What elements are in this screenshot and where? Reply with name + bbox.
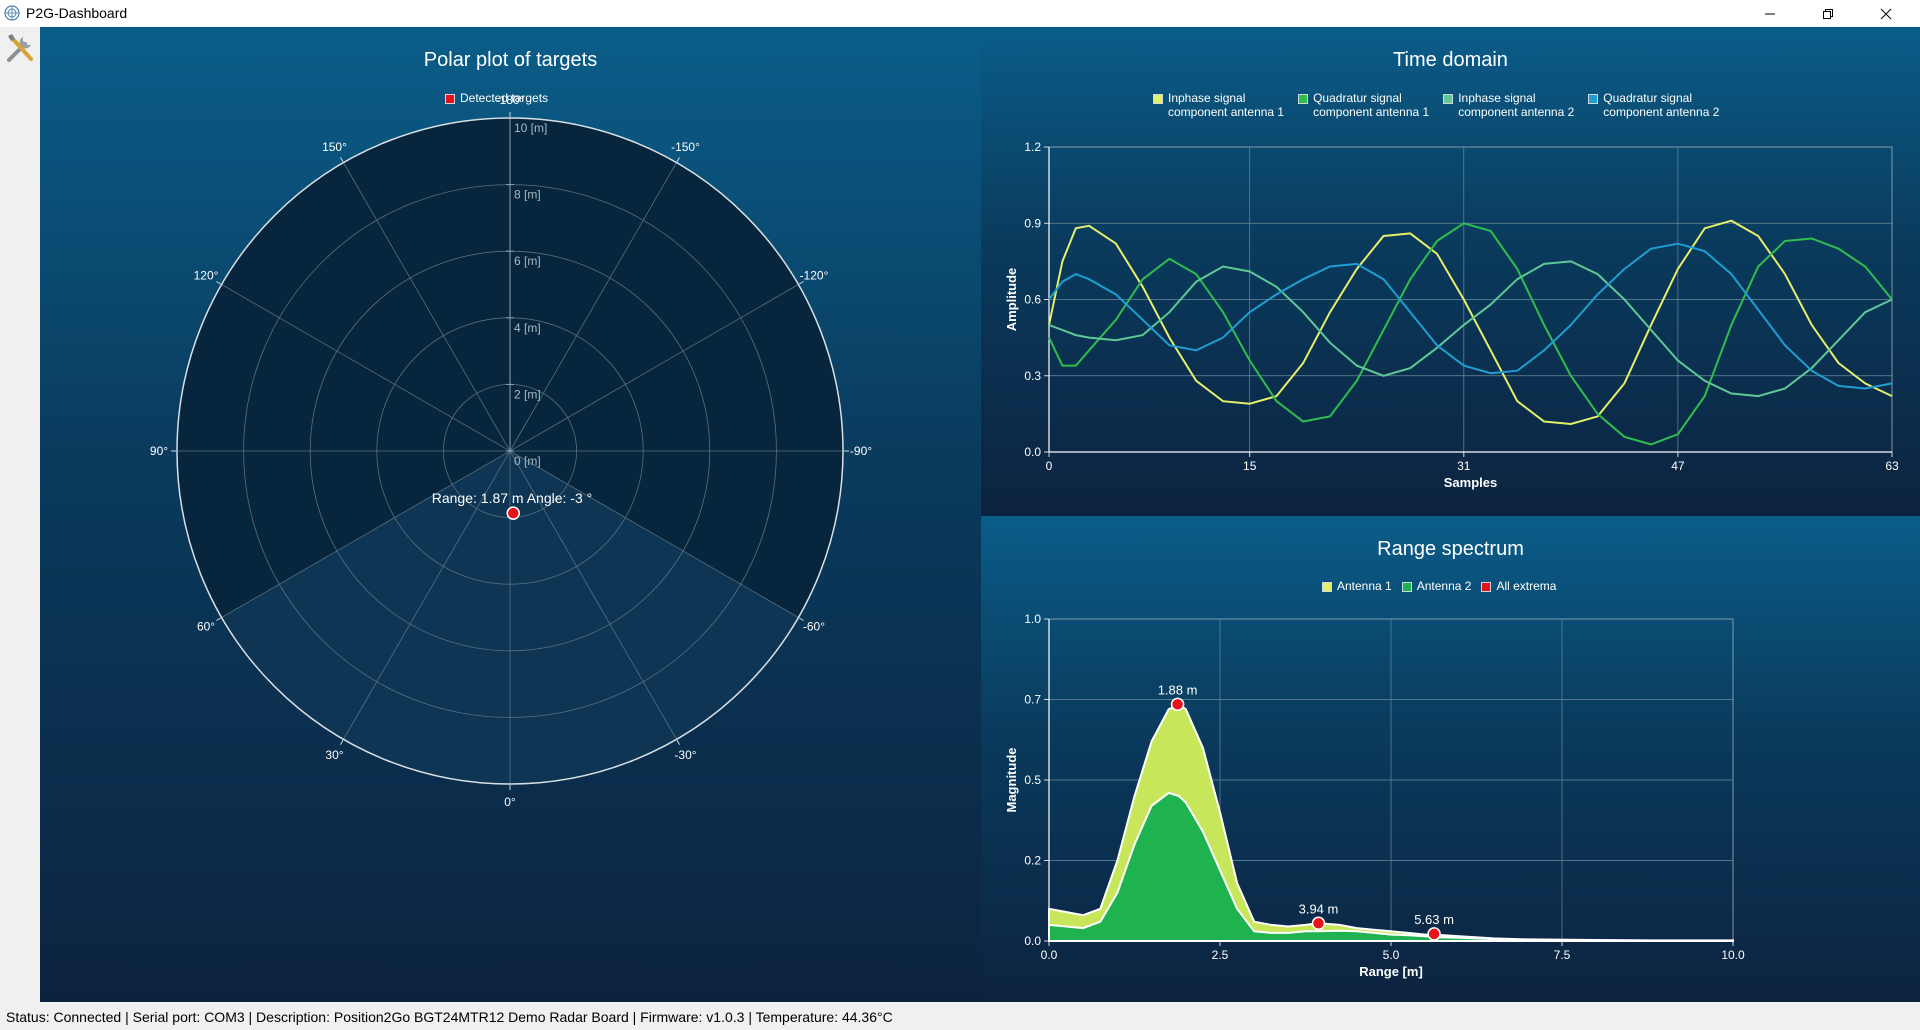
x-tick-label: 5.0 — [1383, 948, 1400, 962]
extremum-point — [1311, 916, 1326, 931]
polar-angle-tick-mark — [676, 157, 680, 162]
x-tick-label: 7.5 — [1554, 948, 1571, 962]
x-tick-label: 15 — [1243, 459, 1257, 473]
polar-radial-tick-label: 10 [m] — [514, 121, 547, 135]
settings-button[interactable] — [3, 31, 37, 65]
polar-angle-tick-label: 30° — [325, 748, 343, 762]
y-axis-label: Magnitude — [1004, 748, 1019, 813]
extremum-point — [1427, 927, 1441, 941]
tools-icon — [7, 34, 33, 62]
y-tick-label: 0.0 — [1024, 934, 1041, 948]
x-tick-label: 63 — [1885, 459, 1899, 473]
polar-angle-tick-label: -120° — [800, 269, 829, 283]
status-text: Status: Connected | Serial port: COM3 | … — [6, 1009, 893, 1025]
polar-radial-tick-label: 6 [m] — [514, 254, 541, 268]
extremum-label: 5.63 m — [1414, 912, 1454, 927]
polar-plot-panel: Polar plot of targets Detected targets -… — [40, 27, 981, 1002]
range-spectrum-panel: Range spectrum Antenna 1 Antenna 2 All e… — [981, 516, 1920, 1002]
close-button[interactable] — [1863, 0, 1909, 27]
polar-angle-tick-mark — [216, 617, 221, 621]
polar-angle-tick-label: -150° — [671, 140, 700, 154]
title-bar: P2G-Dashboard — [0, 0, 1920, 27]
minimize-icon — [1765, 13, 1775, 14]
tool-strip — [0, 27, 40, 1002]
polar-radial-tick-label: 4 [m] — [514, 321, 541, 335]
x-tick-label: 2.5 — [1212, 948, 1229, 962]
close-icon — [1880, 8, 1892, 19]
y-tick-label: 0.3 — [1024, 369, 1041, 383]
detected-target-point — [506, 506, 521, 520]
y-tick-label: 0.9 — [1024, 216, 1041, 230]
x-tick-label: 0.0 — [1041, 948, 1058, 962]
polar-radial-tick-label: 0 [m] — [514, 454, 541, 468]
polar-radial-tick-label: 2 [m] — [514, 387, 541, 401]
polar-angle-tick-mark — [340, 740, 344, 745]
polar-chart[interactable]: -180° -150° -120° -90° -60° -30° 0° 30° 60° 90° 12… — [40, 27, 981, 1002]
polar-angle-tick-label: 0° — [504, 795, 516, 809]
x-tick-label: 47 — [1671, 459, 1685, 473]
series-line-2 — [1048, 222, 1893, 446]
series-line-4 — [1048, 242, 1893, 390]
y-axis-label: Amplitude — [1004, 268, 1019, 332]
y-tick-label: 0.5 — [1024, 773, 1041, 787]
x-tick-label: 0 — [1046, 459, 1053, 473]
extremum-label: 3.94 m — [1299, 901, 1339, 916]
y-tick-label: 1.0 — [1024, 612, 1041, 626]
polar-radial-tick-label: 8 [m] — [514, 188, 541, 202]
restore-button[interactable] — [1805, 0, 1851, 27]
polar-angle-tick-label: -90° — [850, 444, 872, 458]
y-tick-label: 1.2 — [1024, 140, 1041, 154]
x-axis-label: Samples — [1444, 475, 1497, 490]
polar-angle-tick-label: -30° — [674, 748, 696, 762]
minimize-button[interactable] — [1747, 0, 1793, 27]
window-title: P2G-Dashboard — [26, 5, 128, 21]
extremum-label: 1.88 m — [1158, 682, 1198, 697]
polar-angle-tick-label: 120° — [194, 269, 219, 283]
polar-angle-tick-label: 60° — [197, 620, 215, 634]
time-domain-panel: Time domain Inphase signal component ante… — [981, 27, 1920, 516]
polar-angle-tick-label: 150° — [322, 140, 347, 154]
polar-angle-tick-label: -180° — [496, 93, 525, 107]
y-tick-label: 0.7 — [1024, 693, 1041, 707]
x-tick-label: 10.0 — [1721, 948, 1745, 962]
x-tick-label: 31 — [1457, 459, 1471, 473]
polar-angle-tick-label: -60° — [803, 620, 825, 634]
polar-angle-tick-mark — [676, 740, 680, 745]
x-axis-label: Range [m] — [1359, 964, 1423, 979]
polar-angle-tick-label: 90° — [150, 444, 168, 458]
target-label: Range: 1.87 m Angle: -3 ° — [432, 490, 592, 506]
status-bar: Status: Connected | Serial port: COM3 | … — [0, 1002, 1920, 1030]
range-spectrum-chart[interactable]: 0.0 2.5 5.0 7.5 10.0 0.0 0.2 0.5 0.7 1.0 Range [m]… — [981, 516, 1920, 1002]
time-domain-chart[interactable]: 0 15 31 47 63 0.0 0.3 0.6 0.9 1.2 Samples Amplitude — [981, 27, 1920, 516]
y-tick-label: 0.2 — [1024, 854, 1041, 868]
restore-icon — [1823, 8, 1833, 19]
extremum-point — [1170, 697, 1185, 712]
polar-angle-tick-mark — [340, 157, 344, 162]
y-tick-label: 0.6 — [1024, 293, 1041, 307]
y-tick-label: 0.0 — [1024, 445, 1041, 459]
app-logo-icon — [4, 5, 20, 21]
